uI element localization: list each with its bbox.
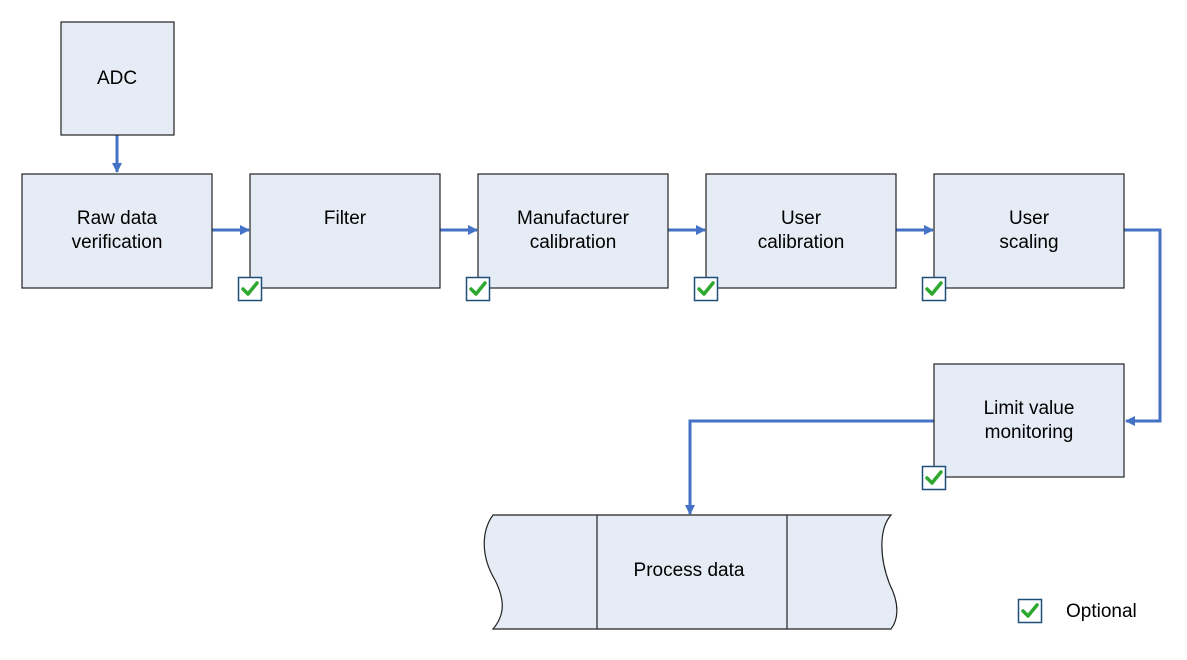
- optional-check-icon-mfr: [464, 275, 492, 303]
- diagram-canvas: ADC Raw data verification Filter Manufac…: [21, 21, 1162, 630]
- label-limit-2: monitoring: [985, 422, 1074, 443]
- signal-processing-diagram: ADC Raw data verification Filter Manufac…: [0, 0, 1187, 660]
- optional-check-icon-ucal: [692, 275, 720, 303]
- label-raw-2: verification: [72, 232, 163, 253]
- label-process-data: Process data: [634, 560, 745, 581]
- legend-check-icon: [1016, 597, 1044, 625]
- label-limit-1: Limit value: [984, 398, 1075, 419]
- label-ucal-1: User: [781, 208, 822, 229]
- label-ucal-2: calibration: [758, 232, 845, 253]
- node-filter: [249, 173, 441, 289]
- node-manufacturer-calibration: [477, 173, 669, 289]
- label-uscale-2: scaling: [999, 232, 1058, 253]
- arrow-uscale-limit: [1124, 228, 1162, 426]
- optional-check-icon-filter: [236, 275, 264, 303]
- label-mfr-2: calibration: [530, 232, 617, 253]
- node-limit-value-monitoring: [933, 363, 1125, 478]
- label-adc: ADC: [97, 68, 137, 89]
- node-user-calibration: [705, 173, 897, 289]
- label-filter: Filter: [324, 208, 367, 229]
- label-raw-1: Raw data: [77, 208, 158, 229]
- optional-check-icon-uscale: [920, 275, 948, 303]
- arrow-limit-process: [685, 419, 934, 515]
- optional-check-icon-limit: [920, 464, 948, 492]
- label-mfr-1: Manufacturer: [517, 208, 630, 229]
- legend-label: Optional: [1066, 601, 1137, 622]
- label-uscale-1: User: [1009, 208, 1050, 229]
- node-user-scaling: [933, 173, 1125, 289]
- node-raw-data-verification: [21, 173, 213, 289]
